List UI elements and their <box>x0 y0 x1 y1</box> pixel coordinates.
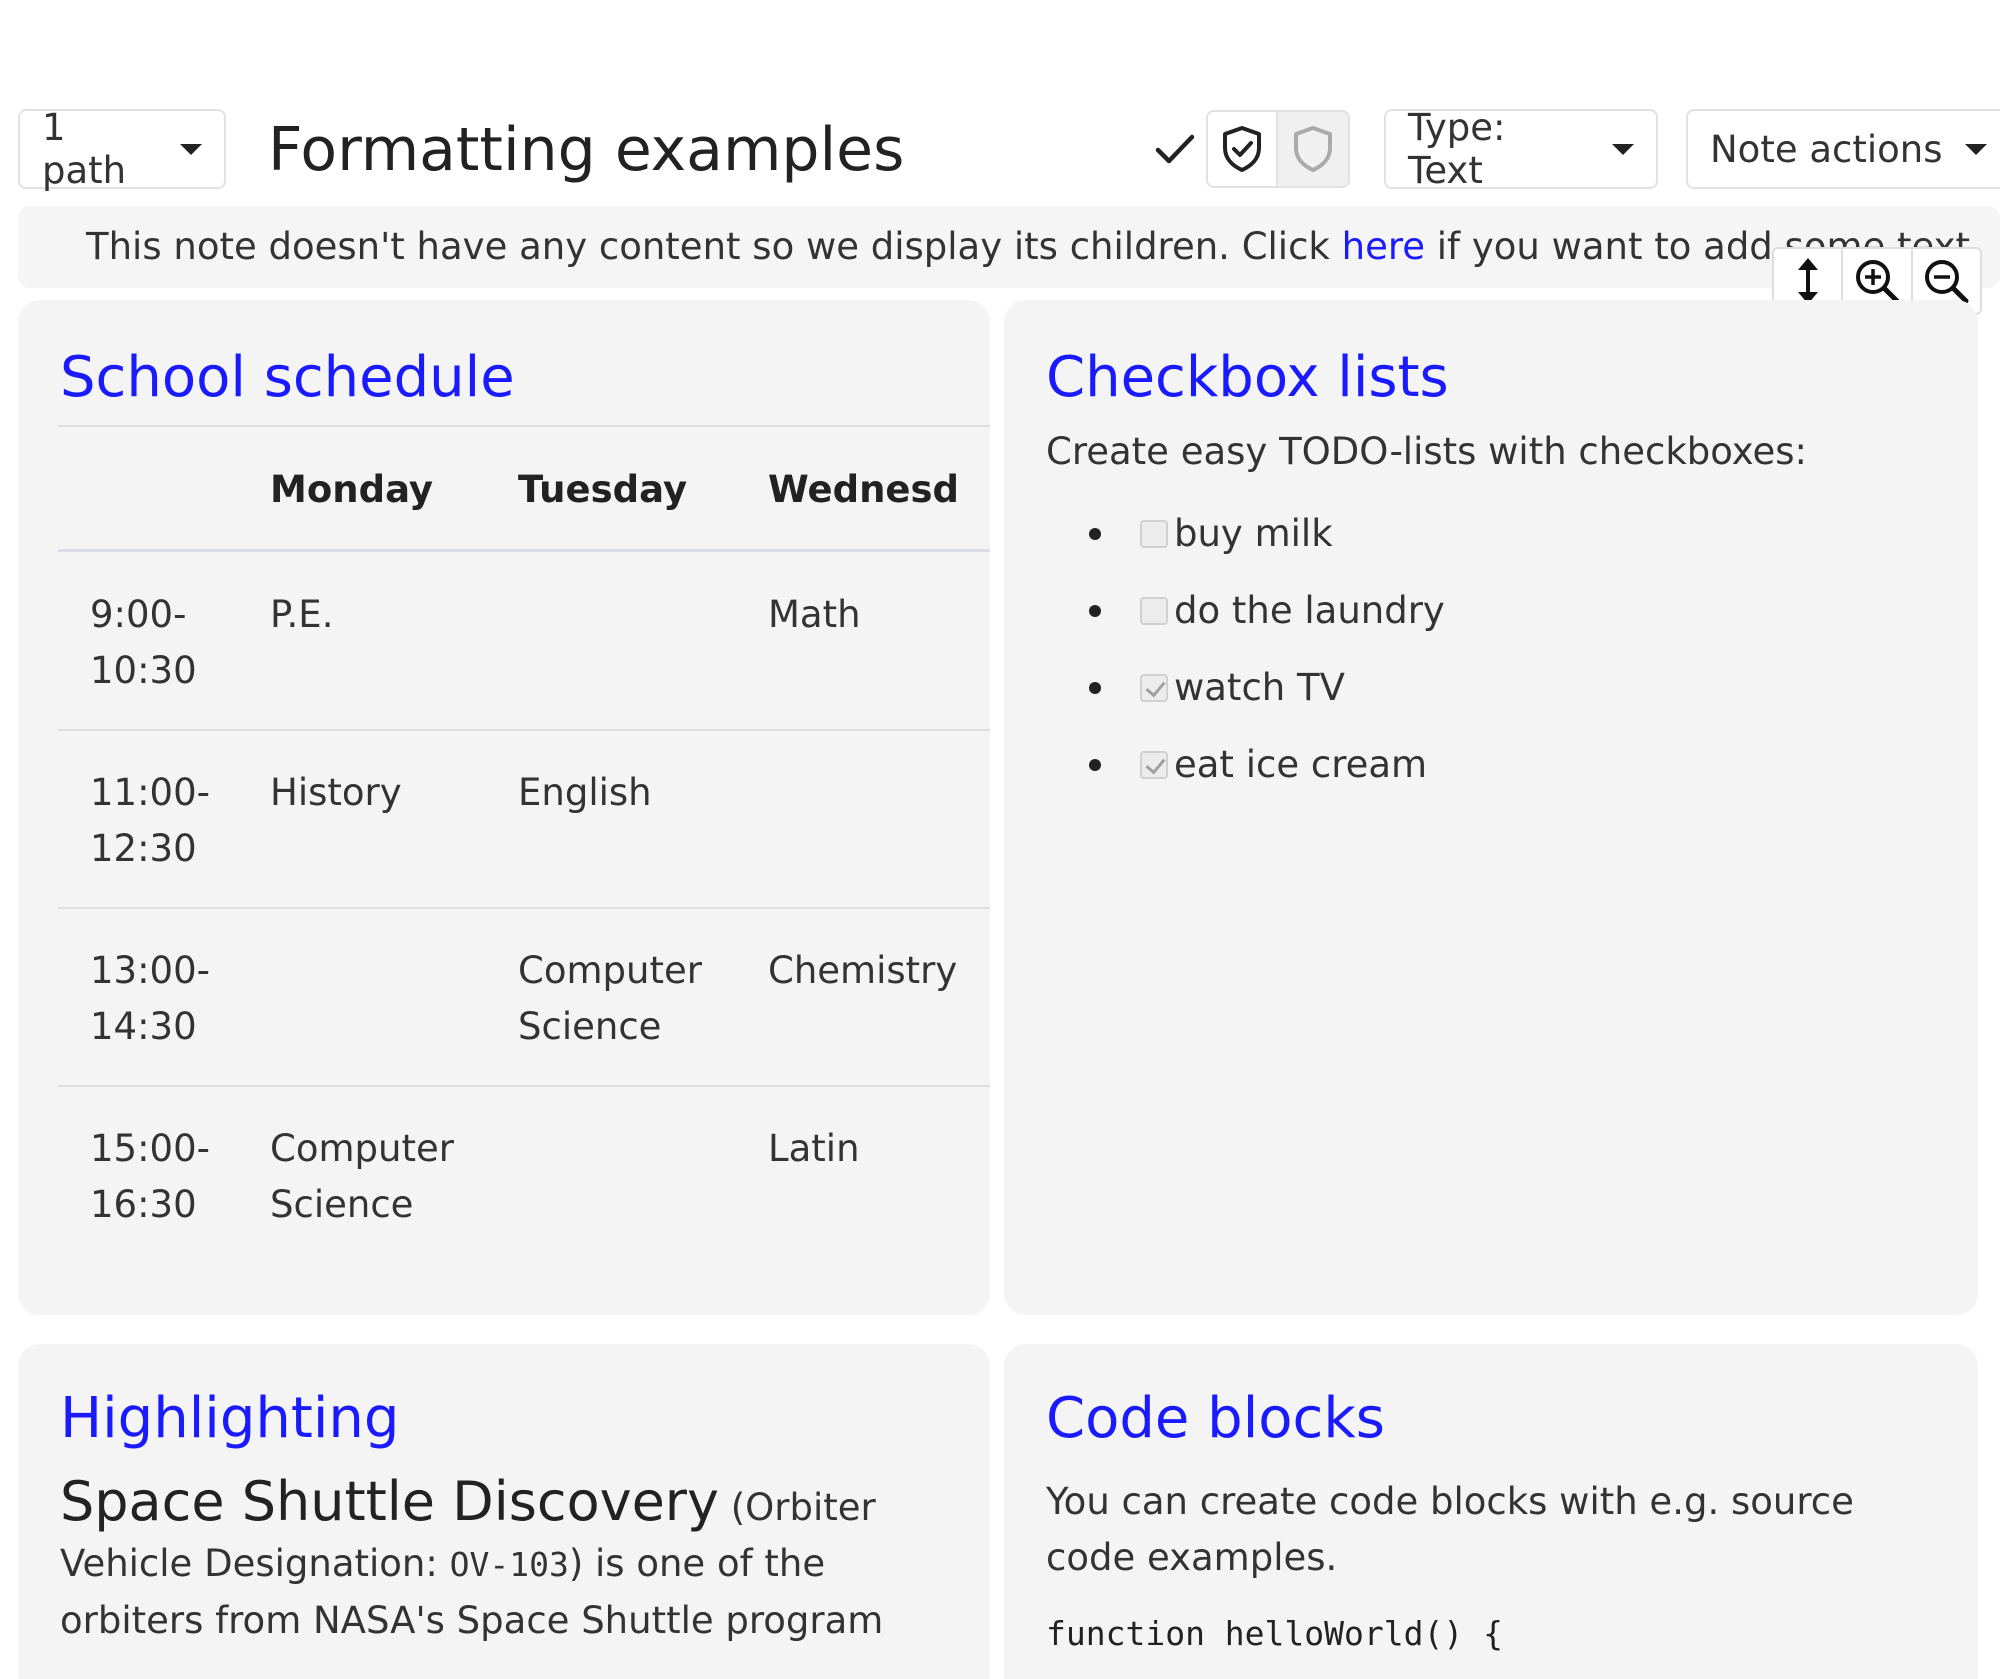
caret-down-icon <box>180 143 202 155</box>
todo-item: do the laundry <box>1089 572 1445 649</box>
table-divider <box>58 907 990 909</box>
add-text-link[interactable]: here <box>1342 225 1425 268</box>
info-text-prefix: This note doesn't have any content so we… <box>86 225 1342 268</box>
child-note-card-code-blocks[interactable]: Code blocks You can create code blocks w… <box>1004 1344 1978 1679</box>
table-header-cell: Tuesday <box>518 468 688 511</box>
todo-list: buy milk do the laundry watch TV eat ice… <box>1089 495 1445 803</box>
note-type-label: Type: Text <box>1408 106 1506 192</box>
todo-checkbox-checked[interactable] <box>1140 673 1168 702</box>
table-cell: History <box>270 771 402 814</box>
table-cell: English <box>518 771 652 814</box>
todo-item: buy milk <box>1089 495 1445 572</box>
checkbox-intro-text: Create easy TODO-lists with checkboxes: <box>1046 430 1808 473</box>
todo-label: do the laundry <box>1174 589 1445 632</box>
child-note-card-highlighting[interactable]: Highlighting Space Shuttle Discovery (Or… <box>18 1344 990 1679</box>
table-header-cell: Wednesd <box>768 468 960 511</box>
note-paths-button[interactable]: 1 path <box>18 106 226 192</box>
card-title-link[interactable]: School schedule <box>60 345 515 410</box>
todo-label: watch TV <box>1174 666 1345 709</box>
note-detail-view: 1 path Formatting examples Type: Text No… <box>0 0 2000 1679</box>
zoom-in-icon <box>1855 260 1900 304</box>
code-intro-text: You can create code blocks with e.g. sou… <box>1046 1480 1854 1579</box>
caret-down-icon <box>1612 143 1634 155</box>
todo-item: eat ice cream <box>1089 726 1445 803</box>
note-type-button[interactable]: Type: Text <box>1384 106 1658 192</box>
protect-toggle-group <box>1206 110 1350 188</box>
table-cell: P.E. <box>270 593 334 636</box>
table-cell-time: 9:00- 10:30 <box>90 593 197 692</box>
card-title-link[interactable]: Code blocks <box>1046 1386 1385 1451</box>
table-header-cell: Monday <box>270 468 434 511</box>
bullet-icon <box>1089 528 1101 540</box>
table-cell: Computer Science <box>518 949 702 1048</box>
bullet-icon <box>1089 682 1101 694</box>
table-cell: Math <box>768 593 861 636</box>
card-title-link[interactable]: Highlighting <box>60 1386 399 1451</box>
table-divider <box>58 425 990 427</box>
bullet-icon <box>1089 759 1101 771</box>
no-content-info-bar: This note doesn't have any content so we… <box>18 206 2000 288</box>
table-cell: Chemistry <box>768 949 958 992</box>
caret-down-icon <box>1964 143 1987 155</box>
table-cell: Computer Science <box>270 1127 454 1226</box>
table-divider <box>58 1085 990 1087</box>
shield-check-icon <box>1223 126 1261 172</box>
bullet-icon <box>1089 605 1101 617</box>
code-block-line: function helloWorld() { <box>1046 1614 1503 1653</box>
todo-label: buy milk <box>1174 512 1333 555</box>
table-cell-time: 15:00- 16:30 <box>90 1127 210 1226</box>
protect-note-button[interactable] <box>1208 112 1278 186</box>
table-divider <box>58 729 990 731</box>
shield-icon <box>1294 126 1332 172</box>
check-icon <box>1155 134 1195 164</box>
vertical-arrows-icon <box>1797 258 1818 304</box>
note-actions-button[interactable]: Note actions <box>1686 109 2000 189</box>
highlight-preview-text: Space Shuttle Discovery (Orbiter Vehicle… <box>60 1470 884 1643</box>
todo-checkbox-checked[interactable] <box>1140 750 1168 779</box>
todo-checkbox[interactable] <box>1140 519 1168 548</box>
note-actions-label: Note actions <box>1710 127 1943 171</box>
zoom-out-icon <box>1925 260 1969 304</box>
child-note-card-checkbox-lists[interactable]: Checkbox lists Create easy TODO-lists wi… <box>1004 300 1978 1315</box>
todo-label: eat ice cream <box>1174 743 1428 786</box>
card-title-link[interactable]: Checkbox lists <box>1046 345 1449 410</box>
table-cell-time: 13:00- 14:30 <box>90 949 210 1048</box>
todo-checkbox[interactable] <box>1140 596 1168 625</box>
unprotect-note-button[interactable] <box>1278 112 1348 186</box>
note-paths-label: 1 path <box>42 106 127 192</box>
table-cell-time: 11:00- 12:30 <box>90 771 210 870</box>
table-header-divider <box>58 549 990 552</box>
child-note-card-school-schedule[interactable]: School schedule Monday Tuesday Wednesd 9… <box>18 300 990 1315</box>
todo-item: watch TV <box>1089 649 1445 726</box>
note-title[interactable]: Formatting examples <box>268 110 904 190</box>
table-cell: Latin <box>768 1127 860 1170</box>
